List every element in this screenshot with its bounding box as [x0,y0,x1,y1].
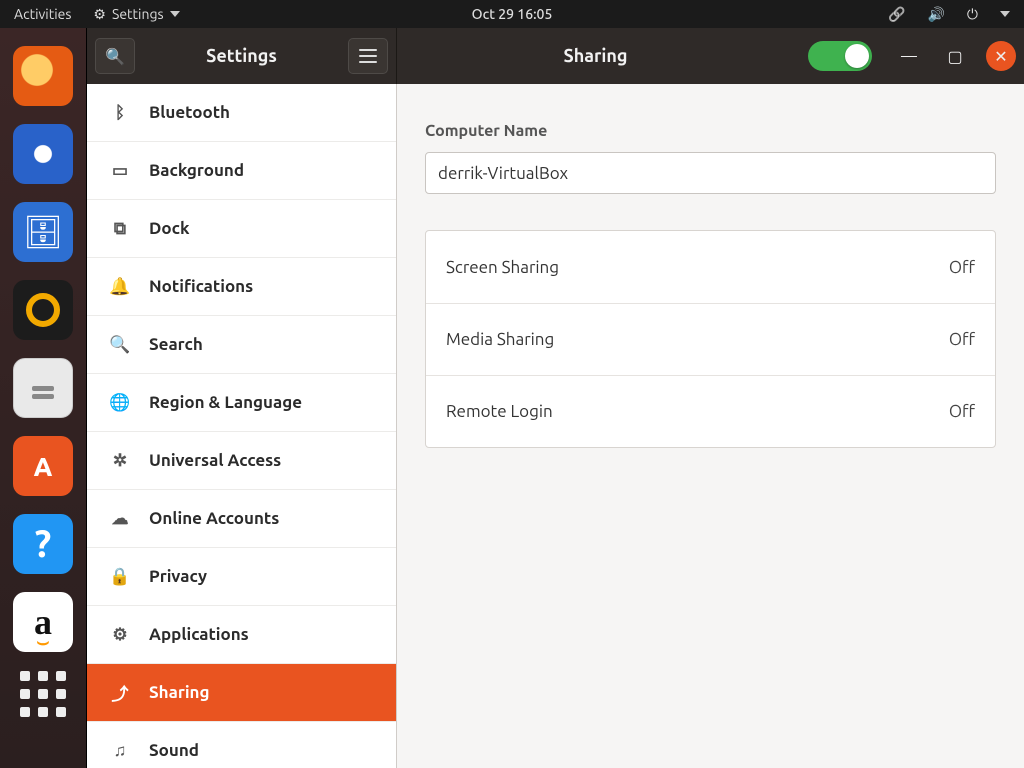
hamburger-icon [359,49,377,63]
dock-firefox[interactable] [13,46,73,106]
volume-icon [927,6,944,23]
sidebar-item-background[interactable]: ▭ Background [87,142,396,200]
computer-name-label: Computer Name [425,122,996,140]
sidebar-item-label: Sharing [149,683,210,702]
app-menu[interactable]: Settings [87,6,185,23]
sidebar-title: Settings [143,46,340,66]
sidebar-item-universal[interactable]: ✲ Universal Access [87,432,396,490]
sidebar-item-applications[interactable]: ⚙ Applications [87,606,396,664]
dock-libreoffice-writer[interactable] [13,358,73,418]
privacy-icon: 🔒 [109,567,131,587]
power-icon [967,6,978,23]
online-icon: ☁ [109,509,131,529]
window-close-button[interactable]: ✕ [986,41,1016,71]
sidebar-item-privacy[interactable]: 🔒 Privacy [87,548,396,606]
page-title: Sharing [397,46,794,66]
sidebar-item-label: Dock [149,219,190,238]
sidebar-item-label: Search [149,335,203,354]
system-menu-toggle[interactable] [994,11,1016,17]
sharing-icon: ⤴ [109,680,131,705]
sharing-row-label: Remote Login [446,402,553,421]
dock-thunderbird[interactable] [13,124,73,184]
network-icon [888,6,905,23]
sidebar-item-region[interactable]: 🌐 Region & Language [87,374,396,432]
sidebar-item-online[interactable]: ☁ Online Accounts [87,490,396,548]
dock-files[interactable]: 🗄 [13,202,73,262]
sidebar-item-label: Applications [149,625,249,644]
sharing-row-label: Media Sharing [446,330,554,349]
sidebar-item-sharing[interactable]: ⤴ Sharing [87,664,396,722]
computer-name-input[interactable] [425,152,996,194]
network-indicator[interactable] [882,6,911,23]
activities-button[interactable]: Activities [8,6,77,22]
sidebar-item-sound[interactable]: ♫ Sound [87,722,396,768]
activities-label: Activities [14,6,71,22]
sidebar-item-search[interactable]: 🔍 Search [87,316,396,374]
sidebar-item-label: Universal Access [149,451,281,470]
sidebar-item-dock[interactable]: ⧉ Dock [87,200,396,258]
search-icon [105,47,125,66]
window-minimize-button[interactable]: — [894,41,924,71]
power-indicator[interactable] [961,6,984,23]
sidebar-item-label: Notifications [149,277,253,296]
dock-icon: ⧉ [109,219,131,239]
sharing-row-remote-login[interactable]: Remote Login Off [426,375,995,447]
app-menu-label: Settings [112,6,164,22]
sidebar-item-label: Privacy [149,567,207,586]
settings-window: Settings Sharing — ▢ ✕ ᛒ Bluetooth ▭ Backgr… [86,28,1024,768]
hamburger-menu-button[interactable] [348,38,388,74]
search-icon: 🔍 [109,335,131,355]
window-maximize-button[interactable]: ▢ [940,41,970,71]
sidebar-item-label: Region & Language [149,393,302,412]
settings-sidebar: ᛒ Bluetooth ▭ Background ⧉ Dock 🔔 Notifications… [87,84,397,768]
dock-amazon[interactable]: a [13,592,73,652]
speaker-icon [26,293,60,327]
sharing-panel: Computer Name Screen SharingOffMedia Sha… [397,84,1024,768]
bluetooth-icon: ᛒ [109,103,131,122]
notifications-icon: 🔔 [109,277,131,297]
sharing-row-screen-sharing[interactable]: Screen Sharing Off [426,231,995,303]
chevron-down-icon [1000,11,1010,17]
sharing-row-value: Off [949,258,975,277]
background-icon: ▭ [109,161,131,181]
chevron-down-icon [170,11,180,17]
gnome-top-panel: Activities Settings Oct 29 16:05 [0,0,1024,28]
sidebar-search-button[interactable] [95,38,135,74]
universal-icon: ✲ [109,451,131,471]
sidebar-item-bluetooth[interactable]: ᛒ Bluetooth [87,84,396,142]
sidebar-item-notifications[interactable]: 🔔 Notifications [87,258,396,316]
dock-show-applications[interactable] [19,670,67,718]
volume-indicator[interactable] [921,6,950,23]
sharing-master-switch[interactable] [808,41,872,71]
dock-help[interactable] [13,514,73,574]
sidebar-item-label: Online Accounts [149,509,279,528]
gear-icon [93,6,106,23]
switch-knob [845,44,869,68]
sidebar-item-label: Sound [149,741,199,760]
dock-ubuntu-software[interactable] [13,436,73,496]
sharing-row-media-sharing[interactable]: Media Sharing Off [426,303,995,375]
sharing-row-value: Off [949,402,975,421]
sharing-row-label: Screen Sharing [446,258,559,277]
applications-icon: ⚙ [109,625,131,645]
sidebar-item-label: Bluetooth [149,103,230,122]
region-icon: 🌐 [109,393,131,413]
sound-icon: ♫ [109,741,131,761]
launcher-dock: 🗄 a [0,28,86,768]
dock-rhythmbox[interactable] [13,280,73,340]
window-titlebar: Settings Sharing — ▢ ✕ [87,28,1024,84]
sharing-row-value: Off [949,330,975,349]
sharing-options-list: Screen SharingOffMedia SharingOffRemote … [425,230,996,448]
sidebar-item-label: Background [149,161,244,180]
